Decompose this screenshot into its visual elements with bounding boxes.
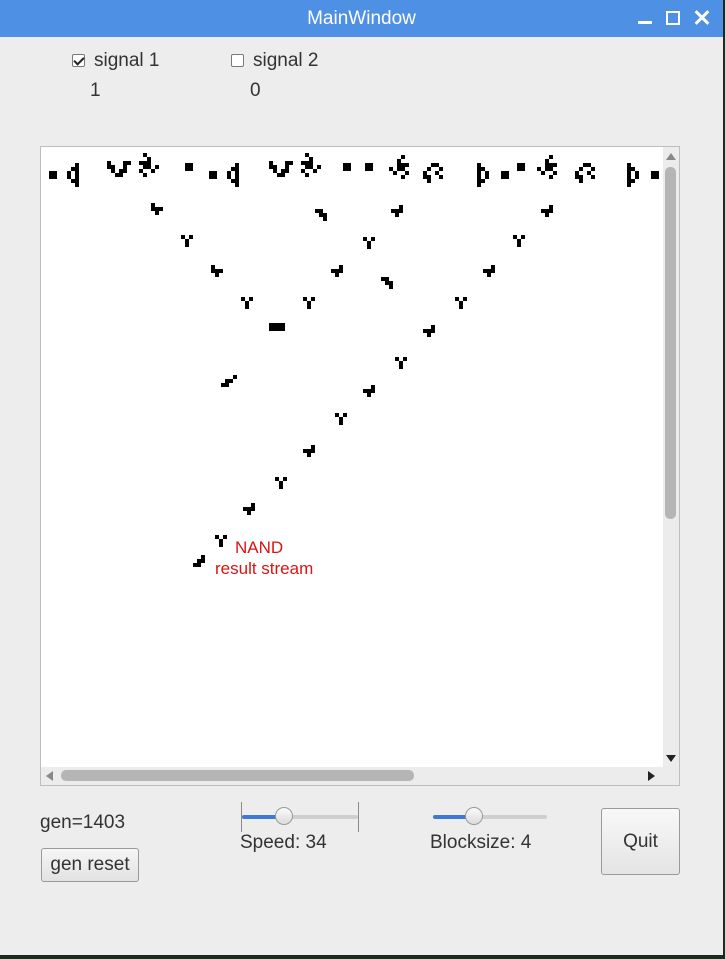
- window-title: MainWindow: [307, 8, 416, 29]
- horizontal-scrollbar[interactable]: [41, 767, 663, 785]
- quit-button[interactable]: Quit: [601, 808, 680, 875]
- horizontal-scroll-thumb[interactable]: [61, 770, 414, 781]
- scrollbar-corner: [663, 767, 679, 785]
- annotation-line-1: NAND: [235, 538, 284, 557]
- signal-2-value: 0: [250, 80, 261, 101]
- blocksize-slider[interactable]: [433, 807, 547, 827]
- signal-1-value: 1: [90, 80, 101, 101]
- speed-slider-handle[interactable]: [274, 807, 293, 825]
- vertical-scroll-thumb[interactable]: [665, 167, 676, 519]
- scroll-left-icon[interactable]: [46, 771, 53, 781]
- signal-2-label[interactable]: signal 2: [253, 50, 319, 72]
- minimize-icon[interactable]: [636, 9, 654, 27]
- nand-annotation: NAND result stream: [215, 537, 313, 579]
- signal-1-checkbox[interactable]: [72, 54, 85, 67]
- blocksize-label: Blocksize: 4: [430, 832, 532, 853]
- speed-slider[interactable]: [241, 802, 359, 832]
- signal-2-checkbox[interactable]: [231, 54, 244, 67]
- life-canvas-view[interactable]: NAND result stream: [40, 146, 680, 786]
- scroll-down-icon[interactable]: [666, 755, 676, 762]
- blocksize-slider-handle[interactable]: [465, 807, 484, 825]
- cell-grid: [49, 153, 659, 567]
- scroll-right-icon[interactable]: [648, 771, 655, 781]
- scroll-up-icon[interactable]: [666, 153, 676, 160]
- generation-counter: gen=1403: [40, 812, 126, 833]
- vertical-scrollbar[interactable]: [663, 147, 679, 767]
- signal-1-label[interactable]: signal 1: [94, 50, 160, 72]
- main-window: MainWindow signal 1 1 signal 2 0 NAND re…: [0, 0, 723, 955]
- title-bar[interactable]: MainWindow: [0, 0, 723, 37]
- speed-label: Speed: 34: [240, 832, 327, 853]
- speed-slider-tick-max: [358, 802, 359, 832]
- gen-reset-button[interactable]: gen reset: [41, 848, 139, 882]
- close-icon[interactable]: [693, 9, 711, 27]
- maximize-icon[interactable]: [664, 9, 682, 27]
- annotation-line-2: result stream: [215, 559, 314, 578]
